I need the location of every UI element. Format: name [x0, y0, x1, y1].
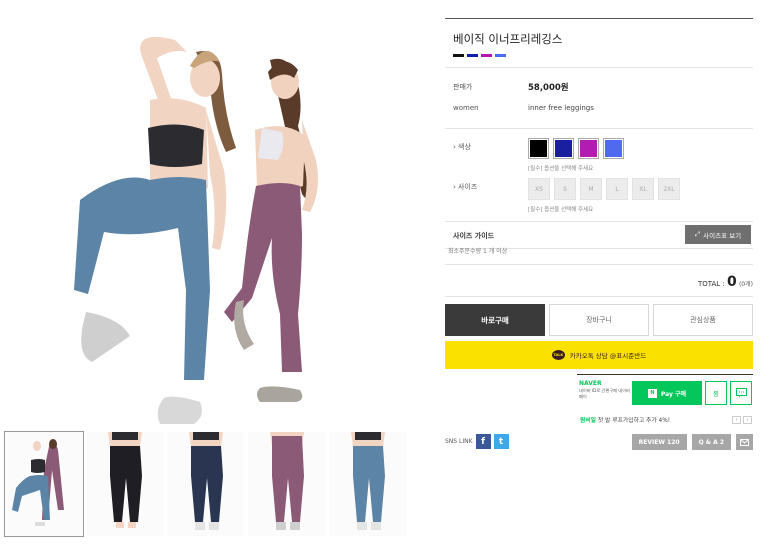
naver-pay-label: Pay 구매	[660, 390, 687, 398]
thumbnail-4[interactable]	[248, 432, 326, 536]
size-guide-bar: 사이즈 가이드 ⤢ 사이즈표 보기	[445, 222, 753, 248]
size-option-m[interactable]: M	[580, 178, 602, 200]
main-product-image	[0, 0, 430, 430]
gender-label: women	[453, 104, 479, 112]
size-chart-button[interactable]: ⤢ 사이즈표 보기	[685, 225, 751, 244]
size-chart-button-label: 사이즈표 보기	[703, 231, 742, 240]
model-back	[224, 58, 318, 402]
color-option-purple[interactable]	[578, 138, 599, 159]
twitter-icon[interactable]: t	[493, 434, 509, 449]
mail-button[interactable]	[736, 434, 753, 450]
promo-prev-button[interactable]: ‹	[732, 416, 741, 424]
model-front	[74, 37, 236, 424]
action-buttons: 바로구매 장바구니 관심상품	[445, 304, 753, 336]
naver-zzim-button[interactable]: 찜	[705, 381, 727, 405]
naver-subtext: 네이버 ID로 간편구매 네이버페이	[579, 388, 630, 399]
color-option-blue[interactable]	[603, 138, 624, 159]
facebook-icon[interactable]: f	[475, 434, 491, 449]
thumbnail-2[interactable]	[86, 432, 164, 536]
total-label: TOTAL :	[697, 280, 727, 288]
color-option-label: › 색상	[453, 143, 471, 151]
size-option-l[interactable]: L	[606, 178, 628, 200]
product-title: 베이직 이너프리레깅스	[453, 32, 563, 46]
expand-icon: ⤢	[694, 230, 701, 238]
price-row: 판매가 58,000원	[445, 82, 753, 104]
wishlist-button[interactable]: 관심상품	[653, 304, 753, 336]
total-price: TOTAL : 0 (0개)	[445, 274, 753, 290]
naver-promo-text: 첫 발 루프가입하고 추가 4%!	[597, 418, 671, 424]
naver-promo: 원버일 첫 발 루프가입하고 추가 4%!	[580, 415, 670, 424]
promo-pager: ‹ ›	[732, 416, 752, 424]
kakao-consult-label: 카카오톡 상담 @표시준반드	[569, 352, 647, 360]
swatch-blue	[495, 54, 506, 57]
size-option-xl[interactable]: XL	[632, 178, 654, 200]
size-required-note: [필수] 옵션을 선택해 주세요	[528, 207, 594, 213]
thumbnail-5[interactable]	[329, 432, 407, 536]
mail-icon	[740, 438, 749, 446]
swatch-purple	[481, 54, 492, 57]
color-swatch-strip	[453, 54, 753, 57]
gender-row: women inner free leggings	[445, 104, 753, 126]
sns-label: SNS LINK	[445, 438, 473, 445]
min-order-note: 최소주문수량 1 개 이상	[448, 248, 508, 255]
total-count: (0개)	[738, 281, 753, 288]
price-value: 58,000원	[528, 83, 569, 93]
naver-n-icon: N	[647, 388, 657, 398]
color-required-note: [필수] 옵션을 선택해 주세요	[528, 166, 594, 172]
top-divider	[445, 18, 753, 19]
review-button[interactable]: REVIEW 120	[631, 434, 687, 450]
size-option-xs[interactable]: XS	[528, 178, 550, 200]
size-option-2xl[interactable]: 2XL	[658, 178, 680, 200]
total-value: 0	[726, 274, 737, 290]
size-guide-label: 사이즈 가이드	[453, 232, 495, 240]
thumbnail-strip	[4, 431, 410, 538]
swatch-black	[453, 54, 464, 57]
buy-now-button[interactable]: 바로구매	[445, 304, 545, 336]
review-qa-buttons: REVIEW 120 Q & A 2	[631, 434, 753, 450]
qa-button[interactable]: Q & A 2	[691, 434, 731, 450]
options-block: › 색상 [필수] 옵션을 선택해 주세요 › 사이즈 XS S M L XL …	[445, 129, 753, 221]
kakao-consult-button[interactable]: TALK 카카오톡 상담 @표시준반드	[445, 341, 753, 369]
promo-next-button[interactable]: ›	[743, 416, 752, 424]
thumbnail-3[interactable]	[167, 432, 245, 536]
divider	[445, 264, 753, 265]
price-label: 판매가	[453, 83, 473, 91]
naver-pay-block: NAVER 네이버 ID로 간편구매 네이버페이 N Pay 구매 찜	[577, 374, 753, 408]
color-option-navy[interactable]	[553, 138, 574, 159]
product-subtitle: inner free leggings	[528, 104, 594, 112]
naver-logo: NAVER	[579, 380, 602, 387]
sns-links: SNS LINK f t	[445, 434, 509, 449]
naver-talk-button[interactable]	[730, 381, 752, 405]
talk-icon	[735, 388, 747, 398]
thumbnail-1[interactable]	[4, 431, 84, 537]
product-info: 베이직 이너프리레깅스 판매가 58,000원 women inner free…	[445, 18, 753, 249]
size-option-label: › 사이즈	[453, 183, 478, 191]
naver-promo-highlight: 원버일	[580, 418, 596, 424]
kakao-talk-icon: TALK	[551, 350, 565, 360]
swatch-navy	[467, 54, 478, 57]
color-option-black[interactable]	[528, 138, 549, 159]
size-option-s[interactable]: S	[554, 178, 576, 200]
naver-pay-button[interactable]: N Pay 구매	[632, 381, 702, 405]
divider	[445, 296, 753, 297]
add-to-cart-button[interactable]: 장바구니	[549, 304, 649, 336]
